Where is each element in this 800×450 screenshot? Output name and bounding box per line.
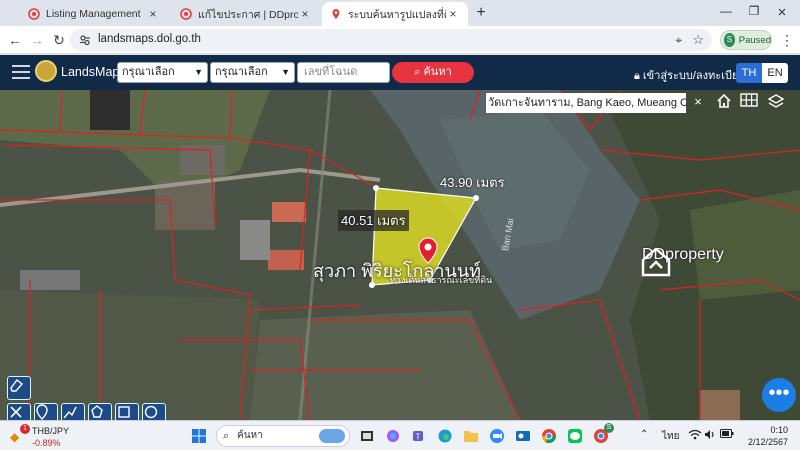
ddproperty-favicon-icon [28,8,40,20]
taskbar-search-placeholder: ค้นหา [237,430,263,441]
owner-sub-label: ทางเดินสาธารณะเลขที่ดิน [390,275,493,285]
tab-label: ระบบค้นหารูปแปลงที่ดิน (LandsMap) [348,8,446,21]
tab-edit-listing[interactable]: แก้ไขประกาศ | DDproperty × [172,2,320,26]
clock-time: 0:10 [770,425,788,435]
browser-toolbar: ← → ↻ landsmaps.dol.go.th ⌖ ☆ S Paused ⋮ [0,26,800,54]
map-pin-favicon-icon [330,8,342,20]
taskbar-search-input[interactable]: ⌕ ค้นหา [216,425,350,447]
stock-widget[interactable]: ◆ 1 THB/JPY -0.89% [10,424,90,450]
chevron-down-icon: ▼ [194,67,203,77]
url-text: landsmaps.dol.go.th [98,33,201,45]
tab-label: Listing Management [46,8,141,20]
search-button-label: ค้นหา [423,66,452,78]
more-options-button[interactable]: ••• [762,378,796,412]
eraser-tool-icon[interactable] [7,376,31,400]
windows-start-icon[interactable] [188,425,210,447]
tab-listing-management[interactable]: Listing Management × [20,2,168,26]
profile-button[interactable]: S Paused [720,30,772,50]
site-header: LandsMaps กรุณาเลือกจังหวัด ▼ กรุณาเลือก… [0,55,800,97]
search-highlight-icon [319,429,345,443]
measure-tool-icon[interactable] [7,403,31,420]
ddproperty-logo-icon [641,247,671,277]
notification-badge: 1 [20,424,30,434]
search-button[interactable]: ⌕ ค้นหา [392,62,474,83]
map-view[interactable]: วัดเกาะจันทาราม, Bang Kaeo, Mueang Chach… [0,90,800,420]
profile-avatar: S [724,33,735,47]
copilot-icon[interactable] [382,425,404,447]
edge-icon[interactable] [434,425,456,447]
profile-status: Paused [738,34,771,46]
tab-close-icon[interactable]: × [298,7,312,21]
tab-close-icon[interactable]: × [446,7,460,21]
clock-date: 2/12/2567 [747,437,788,447]
map-location-search[interactable]: วัดเกาะจันทาราม, Bang Kaeo, Mueang Chach… [486,93,686,113]
line-tool-icon[interactable] [61,403,85,420]
login-register-label: เข้าสู่ระบบ/ลงทะเบียน [642,70,746,82]
volume-icon[interactable] [704,429,716,443]
polygon-tool-icon[interactable] [88,403,112,420]
file-explorer-icon[interactable] [460,425,482,447]
reload-icon[interactable]: ↻ [50,31,68,49]
svg-text:T: T [416,433,421,442]
distance-label-top: 43.90 เมตร [440,175,505,190]
tray-overflow-icon[interactable]: ⌃ [640,429,648,440]
layers-icon[interactable] [768,93,790,115]
teams-icon[interactable]: T [408,425,430,447]
brand-name: LandsMaps [61,65,126,79]
tab-landsmaps[interactable]: ระบบค้นหารูปแปลงที่ดิน (LandsMap) × [322,2,468,26]
battery-icon[interactable] [720,429,734,441]
system-clock[interactable]: 0:10 2/12/2567 [738,424,788,448]
chrome-profile-badge: S [604,423,614,433]
window-maximize-button[interactable]: ❐ [744,4,764,22]
district-select[interactable]: กรุณาเลือกอำเภอ ▼ [210,62,295,97]
province-select[interactable]: กรุณาเลือกจังหวัด ▼ [117,62,208,97]
input-language[interactable]: ไทย [662,429,679,444]
grid-icon[interactable] [740,93,762,115]
home-icon[interactable] [716,93,738,115]
browser-tab-strip: Listing Management × แก้ไขประกาศ | DDpro… [0,0,800,26]
address-bar[interactable]: landsmaps.dol.go.th ⌖ ☆ [70,29,712,51]
chrome-icon[interactable] [538,425,560,447]
lock-icon: 🔒︎ [634,70,640,82]
task-view-icon[interactable] [356,425,378,447]
search-icon: ⌕ [223,430,230,442]
wifi-icon[interactable] [688,429,702,443]
line-app-icon[interactable] [564,425,586,447]
stock-pair: THB/JPY [32,426,70,436]
chevron-down-icon: ▼ [281,67,290,77]
window-close-button[interactable]: × [772,4,792,22]
site-info-icon[interactable] [79,34,91,46]
zoom-icon[interactable] [486,425,508,447]
pin-tool-icon[interactable] [34,403,58,420]
window-minimize-button[interactable]: — [716,4,736,22]
login-register-link[interactable]: 🔒︎ เข้าสู่ระบบ/ลงทะเบียน [634,66,746,84]
chrome-profile-icon[interactable]: S [590,423,614,447]
stock-widget-icon: ◆ [10,430,20,444]
outlook-icon[interactable] [512,425,534,447]
forward-arrow-icon[interactable]: → [28,31,46,49]
ddproperty-watermark: DDproperty [640,246,724,277]
tab-close-icon[interactable]: × [146,7,160,21]
search-icon: ⌕ [414,66,421,78]
back-arrow-icon[interactable]: ← [6,31,24,49]
stock-change: -0.89% [32,438,61,448]
rectangle-tool-icon[interactable] [115,403,139,420]
browser-menu-icon[interactable]: ⋮ [780,31,794,49]
circle-tool-icon[interactable] [142,403,166,420]
hamburger-menu-icon[interactable] [12,65,30,79]
new-tab-button[interactable]: + [472,4,490,22]
parcel-number-input[interactable]: เลขที่โฉนด [297,62,390,83]
ddproperty-favicon-icon [180,8,192,20]
bookmark-star-icon[interactable]: ☆ [692,32,704,48]
lang-en-button[interactable]: EN [762,63,788,83]
distance-label-left: 40.51 เมตร [338,210,409,231]
dol-logo [35,60,57,82]
close-icon[interactable]: × [690,94,706,110]
tab-label: แก้ไขประกาศ | DDproperty [198,8,298,21]
location-icon[interactable]: ⌖ [675,33,682,48]
windows-taskbar: ◆ 1 THB/JPY -0.89% ⌕ ค้นหา T S ⌃ ไทย 0:1… [0,420,800,450]
lang-th-button[interactable]: TH [736,63,762,83]
